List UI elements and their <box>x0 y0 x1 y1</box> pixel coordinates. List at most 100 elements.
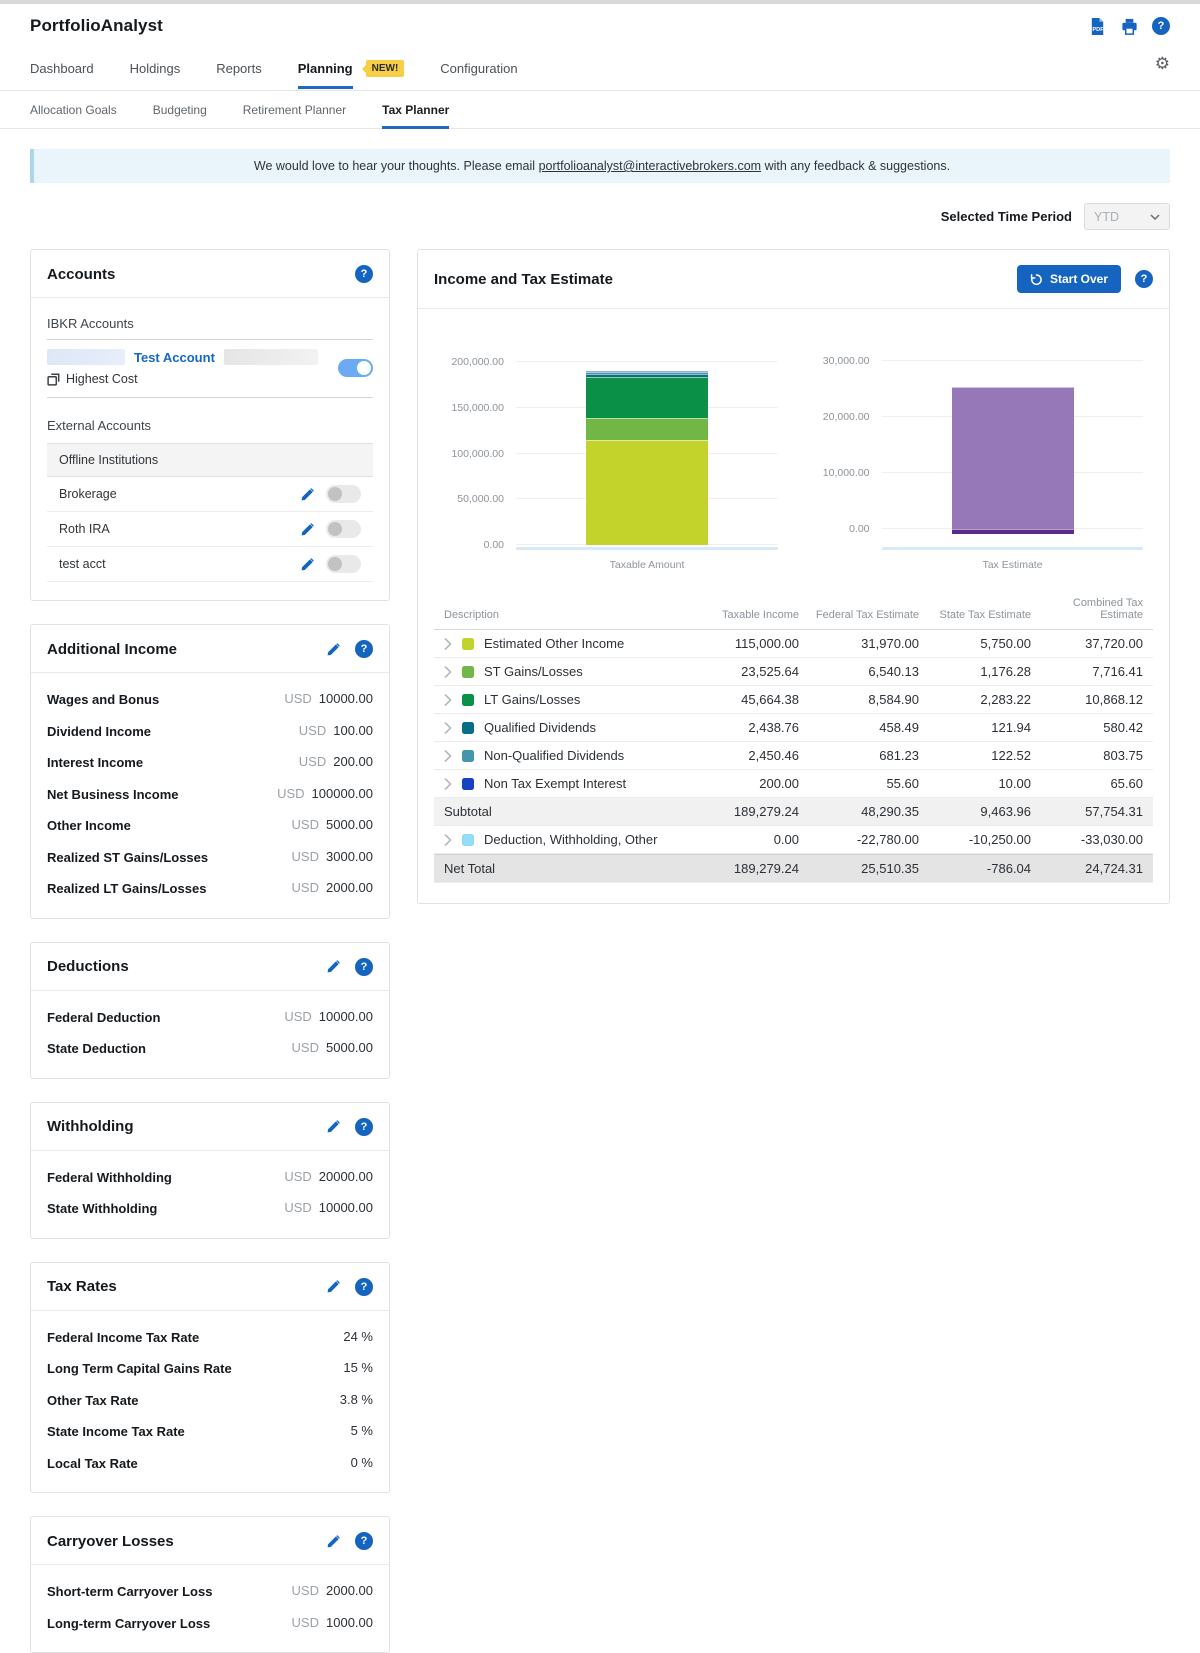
cell-value: 55.60 <box>886 776 919 791</box>
gridline <box>516 361 778 363</box>
edit-pencil-icon[interactable] <box>325 641 341 657</box>
pdf-export-icon[interactable]: PDF <box>1088 17 1107 36</box>
help-icon[interactable]: ? <box>355 1117 373 1136</box>
gridline <box>881 360 1143 362</box>
currency-code: USD <box>291 1614 319 1630</box>
tab-dashboard[interactable]: Dashboard <box>30 50 94 90</box>
account-toggle[interactable] <box>326 555 361 573</box>
subtab-tax-planner[interactable]: Tax Planner <box>382 91 450 129</box>
kv-row-other-income: Other Income USD 5000.00 <box>47 810 373 842</box>
gear-icon[interactable]: ⚙ <box>1155 55 1170 72</box>
bar-segment-non-tax-exempt-interest[interactable] <box>586 371 708 373</box>
cell-value: 458.49 <box>879 720 919 735</box>
account-name-link[interactable]: Test Account <box>134 350 215 365</box>
cell-value: -22,780.00 <box>856 832 919 847</box>
deductions-header: Deductions? <box>31 943 389 991</box>
feedback-email-link[interactable]: portfolioanalyst@interactivebrokers.com <box>539 159 762 173</box>
external-account-rows: Brokerage Roth IRA test acct <box>47 477 373 582</box>
edit-pencil-icon[interactable] <box>325 1533 341 1549</box>
row-label: LT Gains/Losses <box>484 692 581 707</box>
help-icon[interactable]: ? <box>1152 17 1170 35</box>
kv-value: USD 10000.00 <box>284 1008 373 1024</box>
subtab-retirement-planner[interactable]: Retirement Planner <box>243 91 346 128</box>
edit-pencil-icon[interactable] <box>299 556 315 572</box>
x-axis-category-label: Taxable Amount <box>609 559 685 571</box>
carryover-losses-header: Carryover Losses? <box>31 1517 389 1565</box>
bar-segment-federal-tax-estimate[interactable] <box>951 386 1074 530</box>
expand-chevron-icon[interactable] <box>444 693 452 706</box>
bar-segment-state-tax-estimate[interactable] <box>951 529 1074 534</box>
account-toggle[interactable] <box>326 485 361 503</box>
account-toggle[interactable] <box>326 520 361 538</box>
row-label: Non-Qualified Dividends <box>484 748 625 763</box>
tax-rates-header: Tax Rates? <box>31 1263 389 1311</box>
cell-value: 189,279.24 <box>733 804 799 819</box>
estimate-charts: 0.00 50,000.00 100,000.00 150,000.00 200,000… <box>418 309 1169 575</box>
tab-configuration[interactable]: Configuration <box>440 50 517 90</box>
x-axis-line <box>881 547 1143 550</box>
account-toggle[interactable] <box>338 358 373 377</box>
bar-segment-st-gains-losses[interactable] <box>586 418 708 440</box>
kv-label: Realized ST Gains/Losses <box>47 849 209 865</box>
bar-segment-qualified-dividends[interactable] <box>586 374 708 377</box>
edit-pencil-icon[interactable] <box>325 1279 341 1295</box>
amount-value: 3.8 % <box>339 1391 373 1407</box>
cell-value: 37,720.00 <box>1085 636 1143 651</box>
bar-segment-estimated-other-income[interactable] <box>586 439 708 545</box>
institution-group-header: Offline Institutions <box>47 443 373 477</box>
estimate-title: Income and Tax Estimate <box>434 270 613 288</box>
kv-value: USD 5000.00 <box>292 1039 373 1055</box>
planning-subnav: Allocation Goals Budgeting Retirement Plan… <box>0 91 1200 129</box>
help-icon[interactable]: ? <box>355 1277 373 1296</box>
edit-pencil-icon[interactable] <box>299 521 315 537</box>
help-icon[interactable]: ? <box>355 957 373 976</box>
chevron-down-icon <box>1150 213 1160 220</box>
cell-value: 2,438.76 <box>748 720 799 735</box>
subtab-budgeting[interactable]: Budgeting <box>153 91 207 128</box>
kv-row-federal-withholding: Federal Withholding USD 20000.00 <box>47 1162 373 1194</box>
panel-actions: ? <box>325 1532 373 1550</box>
bar-segment-non-qualified-dividends[interactable] <box>586 372 708 375</box>
tax-estimate-chart: 0.00 10,000.00 20,000.00 30,000.00 Tax Estim… <box>794 343 1160 571</box>
amount-value: 200.00 <box>333 754 373 769</box>
expand-chevron-icon[interactable] <box>444 637 452 650</box>
expand-chevron-icon[interactable] <box>444 749 452 762</box>
kv-row-federal-deduction: Federal Deduction USD 10000.00 <box>47 1002 373 1034</box>
time-period-select[interactable]: YTD <box>1084 203 1170 230</box>
x-axis-category-label: Tax Estimate <box>982 559 1043 571</box>
tab-holdings[interactable]: Holdings <box>130 50 181 90</box>
accounts-panel-header: Accounts ? <box>31 250 389 298</box>
kv-row-realized-lt-gains-losses: Realized LT Gains/Losses USD 2000.00 <box>47 873 373 905</box>
edit-pencil-icon[interactable] <box>325 1119 341 1135</box>
kv-row-wages-and-bonus: Wages and Bonus USD 10000.00 <box>47 684 373 716</box>
cell-value: -786.04 <box>986 861 1031 876</box>
print-icon[interactable] <box>1120 17 1139 36</box>
currency-code: USD <box>284 1200 312 1215</box>
cell-value: 24,724.31 <box>1085 861 1143 876</box>
expand-chevron-icon[interactable] <box>444 777 452 790</box>
help-icon[interactable]: ? <box>355 1532 373 1550</box>
subtab-allocation-goals[interactable]: Allocation Goals <box>30 91 117 128</box>
start-over-button[interactable]: Start Over <box>1016 265 1121 293</box>
bar-segment-lt-gains-losses[interactable] <box>586 376 708 419</box>
legend-swatch <box>462 749 474 762</box>
edit-pencil-icon[interactable] <box>325 959 341 975</box>
edit-pencil-icon[interactable] <box>299 486 315 502</box>
amount-value: 100000.00 <box>311 785 373 801</box>
column-header-description: Description <box>444 609 500 621</box>
column-header-taxable-income: Taxable Income <box>721 609 799 621</box>
history-icon <box>1030 273 1042 285</box>
help-icon[interactable]: ? <box>1135 270 1153 288</box>
y-axis-tick-label: 50,000.00 <box>457 493 504 506</box>
expand-chevron-icon[interactable] <box>444 665 452 678</box>
right-column: Income and Tax Estimate Start Over ? 0.0… <box>417 249 1170 904</box>
expand-chevron-icon[interactable] <box>444 833 452 846</box>
tab-planning[interactable]: Planning NEW! <box>297 50 405 90</box>
help-icon[interactable]: ? <box>355 640 373 658</box>
expand-chevron-icon[interactable] <box>444 721 452 734</box>
tab-reports[interactable]: Reports <box>216 50 262 90</box>
legend-swatch <box>462 665 474 678</box>
help-icon[interactable]: ? <box>355 265 373 283</box>
kv-label: Wages and Bonus <box>47 692 160 707</box>
time-period-value: YTD <box>1094 209 1119 224</box>
